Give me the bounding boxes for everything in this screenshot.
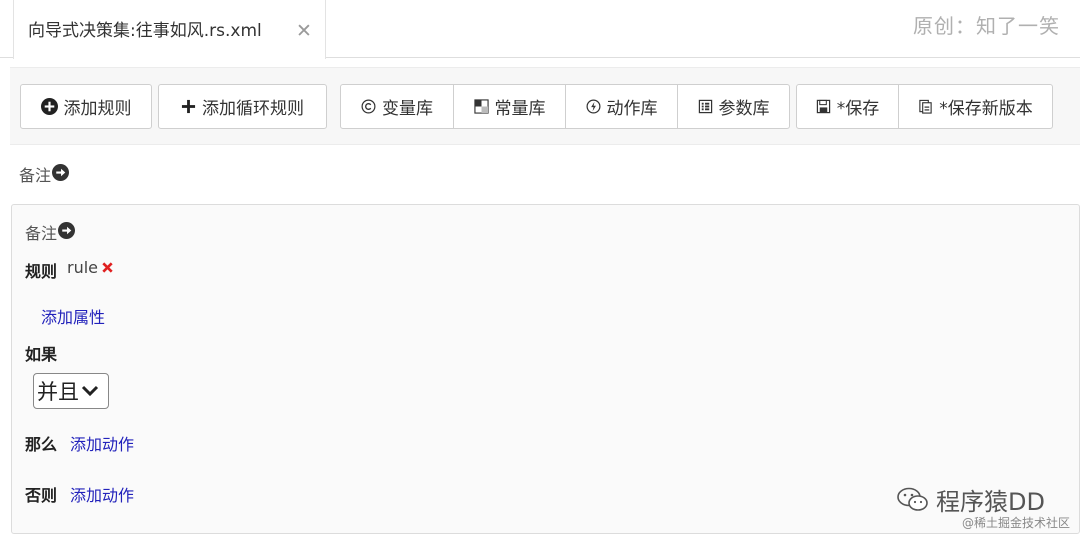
delete-icon[interactable] [100, 260, 115, 275]
tab-active[interactable]: 向导式决策集:往事如风.rs.xml ✕ [13, 0, 326, 59]
arrow-right-circle-icon[interactable] [58, 221, 76, 243]
rule-remark[interactable]: 备注 [25, 220, 76, 244]
condition-select[interactable]: 并且 [33, 373, 109, 409]
chevron-down-icon [81, 384, 99, 398]
parameter-lib-label: 参数库 [718, 99, 770, 119]
tab-bar: 向导式决策集:往事如风.rs.xml ✕ 原创：知了一笑 [0, 0, 1080, 59]
plus-circle-icon [40, 98, 58, 115]
rule-name-group: rule [67, 258, 115, 277]
floppy-disk-icon [816, 99, 831, 114]
then-label: 那么 [25, 435, 58, 454]
action-lib-button[interactable]: 动作库 [565, 84, 678, 129]
add-rule-button[interactable]: 添加规则 [20, 84, 152, 129]
copyright-icon [361, 99, 376, 114]
rule-label: 规则 [25, 262, 58, 281]
add-rule-label: 添加规则 [63, 99, 132, 119]
contrast-icon [473, 99, 489, 114]
constant-lib-label: 常量库 [494, 99, 546, 119]
plus-icon [181, 99, 196, 114]
variable-lib-label: 变量库 [382, 99, 433, 119]
rule-name[interactable]: rule [67, 258, 98, 277]
toolbar: 添加规则 添加循环规则 变量库 常量库 动作库 参数库 *保存 *保存新版本 [10, 67, 1080, 145]
wechat-icon [896, 486, 930, 514]
variable-lib-button[interactable]: 变量库 [340, 84, 454, 129]
grid-list-icon [698, 99, 713, 114]
constant-lib-button[interactable]: 常量库 [453, 84, 566, 129]
condition-select-value: 并且 [37, 380, 79, 404]
remark-top[interactable]: 备注 [19, 162, 70, 186]
add-loop-rule-button[interactable]: 添加循环规则 [158, 84, 327, 129]
file-copy-icon [918, 99, 933, 114]
watermark-name: 程序猿DD [936, 488, 1045, 516]
if-label: 如果 [25, 345, 58, 364]
tab-title: 向导式决策集:往事如风.rs.xml [28, 21, 262, 41]
save-button[interactable]: *保存 [796, 84, 899, 129]
action-lib-label: 动作库 [606, 99, 658, 119]
add-loop-rule-label: 添加循环规则 [202, 99, 304, 119]
remark-label: 备注 [19, 166, 52, 185]
close-icon[interactable]: ✕ [296, 22, 312, 41]
save-label: *保存 [836, 99, 880, 119]
watermark-author: 原创：知了一笑 [913, 14, 1060, 38]
add-attribute-link[interactable]: 添加属性 [41, 304, 105, 328]
parameter-lib-button[interactable]: 参数库 [677, 84, 790, 129]
arrow-right-circle-icon[interactable] [52, 163, 70, 185]
save-new-version-button[interactable]: *保存新版本 [898, 84, 1053, 129]
watermark-bottom: 程序猿DD [896, 482, 1045, 517]
rule-remark-label: 备注 [25, 224, 58, 243]
watermark-community: @稀土掘金技术社区 [961, 516, 1070, 530]
else-add-action-link[interactable]: 添加动作 [70, 482, 134, 506]
bolt-circle-icon [586, 99, 601, 114]
save-new-version-label: *保存新版本 [939, 99, 1033, 119]
then-add-action-link[interactable]: 添加动作 [70, 431, 134, 455]
else-label: 否则 [25, 486, 58, 505]
